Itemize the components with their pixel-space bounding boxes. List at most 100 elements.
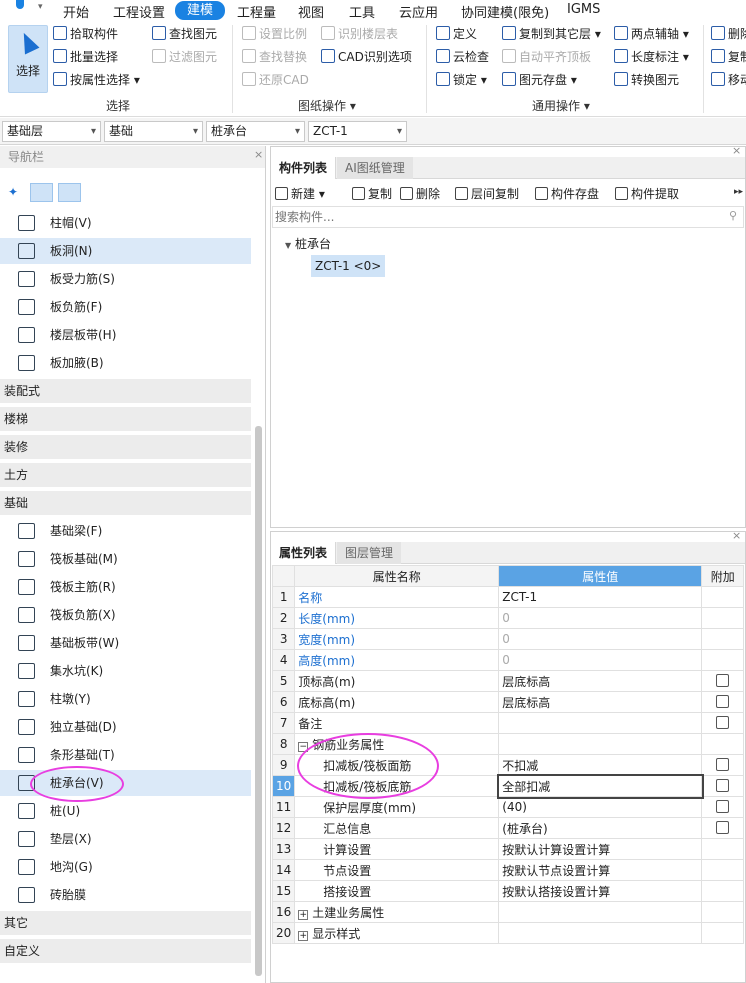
- nav-item-foundation-strip[interactable]: 基础板带(W): [0, 630, 251, 656]
- table-row[interactable]: 6 底标高(m) 层底标高: [271, 691, 745, 713]
- tree-root[interactable]: ▼ 桩承台: [285, 235, 331, 252]
- property-value[interactable]: [498, 733, 703, 755]
- nav-item-slab-hole[interactable]: 板洞(N): [0, 238, 251, 264]
- nav-category-earthwork[interactable]: 土方: [0, 463, 251, 487]
- table-row[interactable]: 16 + 土建业务属性: [271, 901, 745, 923]
- nav-item-trench[interactable]: 地沟(G): [0, 854, 251, 880]
- cad-options-button[interactable]: CAD识别选项: [321, 47, 412, 67]
- table-row[interactable]: 2 长度(mm) 0: [271, 607, 745, 629]
- tab-component-list[interactable]: 构件列表: [271, 157, 337, 179]
- tab-property-list[interactable]: 属性列表: [271, 542, 337, 564]
- property-value[interactable]: ZCT-1: [498, 586, 703, 608]
- category-select[interactable]: 基础: [104, 121, 203, 142]
- expand-icon[interactable]: +: [298, 930, 309, 941]
- nav-category-prefab[interactable]: 装配式: [0, 379, 251, 403]
- tab-ai-drawing[interactable]: AI图纸管理: [337, 157, 413, 179]
- table-row[interactable]: 14 节点设置 按默认节点设置计算: [271, 859, 745, 881]
- search-box[interactable]: ⚲: [272, 206, 744, 228]
- property-value[interactable]: (40): [498, 796, 703, 818]
- menu-quantity[interactable]: 工程量: [237, 2, 276, 21]
- table-row[interactable]: 1 名称 ZCT-1: [271, 586, 745, 608]
- find-replace-button[interactable]: 查找替换: [242, 47, 307, 67]
- property-value[interactable]: 层底标高: [498, 691, 703, 713]
- nav-item-column-pier[interactable]: 柱墩(Y): [0, 686, 251, 712]
- nav-item-pile[interactable]: 桩(U): [0, 798, 251, 824]
- nav-category-foundation[interactable]: 基础: [0, 491, 251, 515]
- detail-view-icon[interactable]: [58, 183, 81, 202]
- cloud-check-button[interactable]: 云检查: [436, 47, 489, 67]
- menu-view[interactable]: 视图: [298, 2, 324, 21]
- property-value[interactable]: [498, 901, 703, 923]
- close-icon[interactable]: ×: [732, 144, 741, 157]
- floor-select[interactable]: 基础层: [2, 121, 101, 142]
- property-value[interactable]: 层底标高: [498, 670, 703, 692]
- property-value[interactable]: 不扣减: [498, 754, 703, 776]
- nav-item-slab-neg-rebar[interactable]: 板负筋(F): [0, 294, 251, 320]
- floor-copy-button[interactable]: 层间复制: [455, 185, 519, 202]
- pin-icon[interactable]: ✦: [8, 185, 18, 199]
- nav-category-custom[interactable]: 自定义: [0, 939, 251, 963]
- new-button[interactable]: 新建 ▾: [275, 185, 325, 202]
- property-value[interactable]: [498, 712, 703, 734]
- nav-item-strip-foundation[interactable]: 条形基础(T): [0, 742, 251, 768]
- copy-component-button[interactable]: 复制: [352, 185, 392, 202]
- component-extract-button[interactable]: 构件提取: [615, 185, 679, 202]
- nav-item-foundation-beam[interactable]: 基础梁(F): [0, 518, 251, 544]
- menu-tools[interactable]: 工具: [349, 2, 375, 21]
- more-tools-icon[interactable]: ▸▸: [734, 187, 743, 197]
- table-row[interactable]: 5 顶标高(m) 层底标高: [271, 670, 745, 692]
- extra-checkbox[interactable]: [716, 674, 730, 687]
- nav-item-cushion[interactable]: 垫层(X): [0, 826, 251, 852]
- component-save-button[interactable]: 构件存盘: [535, 185, 599, 202]
- quick-access-arrow-icon[interactable]: ▾: [38, 2, 43, 12]
- nav-item-column-cap[interactable]: 柱帽(V): [0, 210, 251, 236]
- delete-button[interactable]: 删除: [711, 24, 746, 44]
- nav-item-slab-haunch[interactable]: 板加腋(B): [0, 350, 251, 376]
- search-icon[interactable]: ⚲: [729, 209, 737, 222]
- find-element-button[interactable]: 查找图元: [152, 24, 217, 44]
- nav-category-decoration[interactable]: 装修: [0, 435, 251, 459]
- nav-item-pile-cap[interactable]: 桩承台(V): [0, 770, 251, 796]
- convert-element-button[interactable]: 转换图元: [614, 70, 679, 90]
- pick-component-button[interactable]: 拾取构件: [53, 24, 118, 44]
- property-value[interactable]: 按默认计算设置计算: [498, 838, 703, 860]
- nav-category-stairs[interactable]: 楼梯: [0, 407, 251, 431]
- filter-element-button[interactable]: 过滤图元: [152, 47, 217, 67]
- tab-layer-manage[interactable]: 图层管理: [337, 542, 402, 564]
- select-by-property-button[interactable]: 按属性选择 ▾: [53, 70, 140, 90]
- define-button[interactable]: 定义: [436, 24, 477, 44]
- property-value[interactable]: (桩承台): [498, 817, 703, 839]
- nav-item-slab-rebar[interactable]: 板受力筋(S): [0, 266, 251, 292]
- copy-button[interactable]: 复制: [711, 47, 746, 67]
- table-row[interactable]: 13 计算设置 按默认计算设置计算: [271, 838, 745, 860]
- save-element-button[interactable]: 图元存盘 ▾: [502, 70, 577, 90]
- expand-icon[interactable]: +: [298, 909, 309, 920]
- collapse-icon[interactable]: −: [298, 741, 309, 752]
- select-button[interactable]: 选择: [8, 25, 48, 93]
- close-icon[interactable]: ×: [732, 529, 741, 542]
- copy-to-other-floor-button[interactable]: 复制到其它层 ▾: [502, 24, 601, 44]
- nav-category-other[interactable]: 其它: [0, 911, 251, 935]
- table-row[interactable]: 7 备注: [271, 712, 745, 734]
- table-row[interactable]: 3 宽度(mm) 0: [271, 628, 745, 650]
- lock-button[interactable]: 锁定 ▾: [436, 70, 487, 90]
- nav-item-raft-foundation[interactable]: 筏板基础(M): [0, 546, 251, 572]
- extra-checkbox[interactable]: [716, 779, 730, 792]
- menu-start[interactable]: 开始: [63, 2, 89, 21]
- recognize-floor-table-button[interactable]: 识别楼层表: [321, 24, 398, 44]
- batch-select-button[interactable]: 批量选择: [53, 47, 118, 67]
- search-input[interactable]: [273, 207, 713, 227]
- menu-collab[interactable]: 协同建模(限免): [461, 2, 549, 21]
- menu-cloud[interactable]: 云应用: [399, 2, 438, 21]
- menu-modeling[interactable]: 建模: [175, 1, 226, 20]
- table-row[interactable]: 12 汇总信息 (桩承台): [271, 817, 745, 839]
- property-value[interactable]: 0: [498, 607, 703, 629]
- nav-item-isolated-foundation[interactable]: 独立基础(D): [0, 714, 251, 740]
- extra-checkbox[interactable]: [716, 800, 730, 813]
- delete-component-button[interactable]: 删除: [400, 185, 440, 202]
- property-value[interactable]: 0: [498, 649, 703, 671]
- nav-item-floor-strip[interactable]: 楼层板带(H): [0, 322, 251, 348]
- extra-checkbox[interactable]: [716, 821, 730, 834]
- move-button[interactable]: 移动: [711, 70, 746, 90]
- table-row[interactable]: 20 + 显示样式: [271, 922, 745, 944]
